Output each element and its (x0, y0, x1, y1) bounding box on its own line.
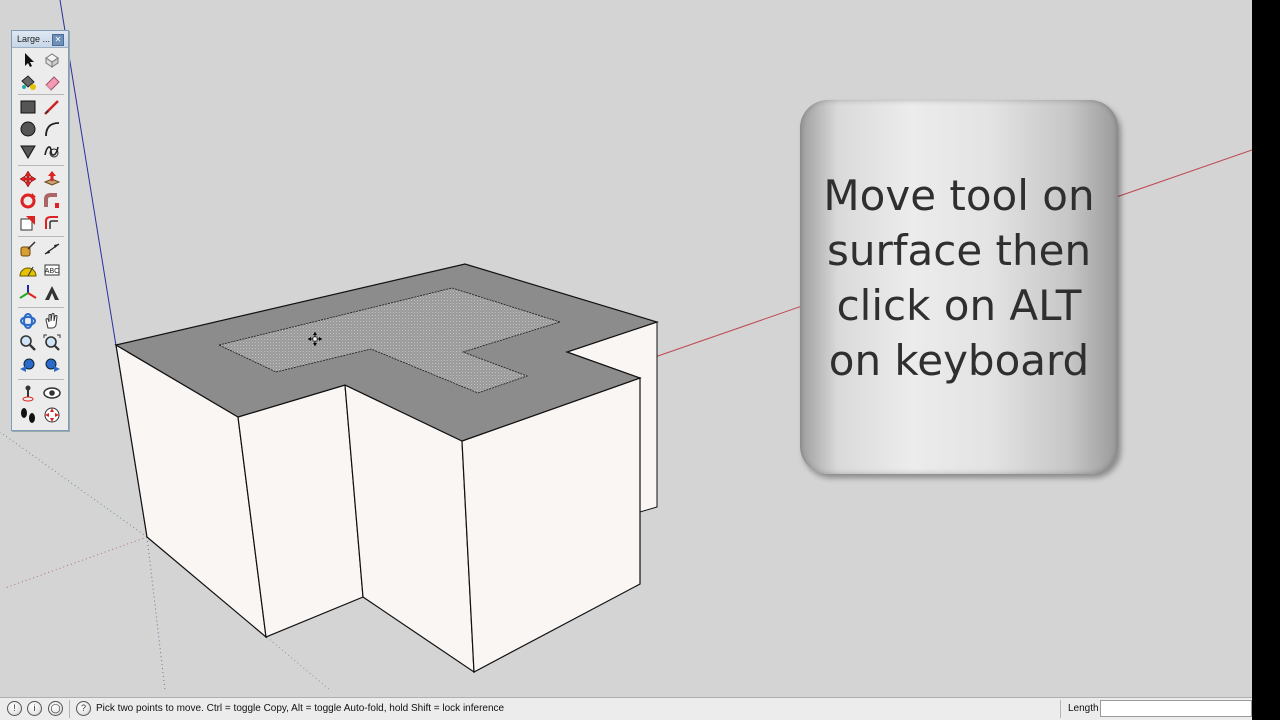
green-axis-dotted (0, 431, 148, 538)
section-plane-tool-icon[interactable] (42, 405, 62, 425)
rectangle-tool-icon[interactable] (18, 97, 38, 117)
freehand-tool-icon[interactable] (42, 141, 62, 161)
palette-close-icon[interactable]: ✕ (52, 34, 64, 46)
palette-title: Large ... (17, 34, 51, 44)
arc-tool-icon[interactable] (42, 119, 62, 139)
status-hint-text: Pick two points to move. Ctrl = toggle C… (96, 703, 505, 714)
status-bar: ! i ◯ ? Pick two points to move. Ctrl = … (0, 697, 1252, 720)
status-divider (69, 700, 70, 718)
move-tool-icon[interactable] (18, 169, 38, 189)
protractor-tool-icon[interactable] (18, 261, 38, 281)
orbit-tool-icon[interactable] (18, 311, 38, 331)
measurements-label: Length (1068, 703, 1099, 714)
line-tool-icon[interactable] (42, 97, 62, 117)
look-around-tool-icon[interactable] (42, 383, 62, 403)
red-axis-dotted (4, 536, 148, 589)
dimension-tool-icon[interactable] (42, 239, 62, 259)
large-tool-set-palette[interactable]: Large ... ✕ ABC (11, 30, 69, 431)
push-pull-tool-icon[interactable] (42, 169, 62, 189)
callout-text: Move tool on surface then click on ALT o… (823, 171, 1095, 385)
select-tool-icon[interactable] (18, 50, 38, 70)
scale-tool-icon[interactable] (18, 213, 38, 233)
instructor-help-icon[interactable]: ? (76, 701, 91, 716)
palette-separator (18, 165, 64, 166)
rotate-tool-icon[interactable] (18, 191, 38, 211)
status-divider (1060, 700, 1061, 718)
offset-tool-icon[interactable] (42, 213, 62, 233)
zoom-extents-tool-icon[interactable] (42, 333, 62, 353)
follow-me-tool-icon[interactable] (42, 191, 62, 211)
text-tool-icon[interactable]: ABC (42, 261, 62, 281)
palette-separator (18, 94, 64, 95)
palette-title-bar[interactable]: Large ... ✕ (12, 31, 68, 48)
sketchup-window: Move tool on surface then click on ALT o… (0, 0, 1252, 720)
zoom-tool-icon[interactable] (18, 333, 38, 353)
palette-separator (18, 307, 64, 308)
circle-tool-icon[interactable] (18, 119, 38, 139)
measurements-input[interactable] (1100, 700, 1252, 717)
drawing-viewport[interactable]: Move tool on surface then click on ALT o… (0, 0, 1252, 697)
axes-tool-icon[interactable] (18, 283, 38, 303)
walk-tool-icon[interactable] (18, 405, 38, 425)
previous-view-tool-icon[interactable] (18, 355, 38, 375)
3d-text-tool-icon[interactable] (42, 283, 62, 303)
blue-axis-dotted (146, 536, 166, 691)
palette-separator (18, 236, 64, 237)
polygon-tool-icon[interactable] (18, 141, 38, 161)
eraser-tool-icon[interactable] (42, 72, 62, 92)
credits-icon[interactable]: i (27, 701, 42, 716)
paint-bucket-tool-icon[interactable] (18, 72, 38, 92)
geo-location-icon[interactable]: ! (7, 701, 22, 716)
tape-measure-tool-icon[interactable] (18, 239, 38, 259)
window-edge (1252, 0, 1280, 720)
position-camera-tool-icon[interactable] (18, 383, 38, 403)
instruction-callout: Move tool on surface then click on ALT o… (800, 100, 1118, 474)
palette-separator (18, 379, 64, 380)
make-component-tool-icon[interactable] (42, 50, 62, 70)
account-icon[interactable]: ◯ (48, 701, 63, 716)
next-view-tool-icon[interactable] (42, 355, 62, 375)
svg-text:ABC: ABC (45, 268, 59, 275)
pan-tool-icon[interactable] (42, 311, 62, 331)
